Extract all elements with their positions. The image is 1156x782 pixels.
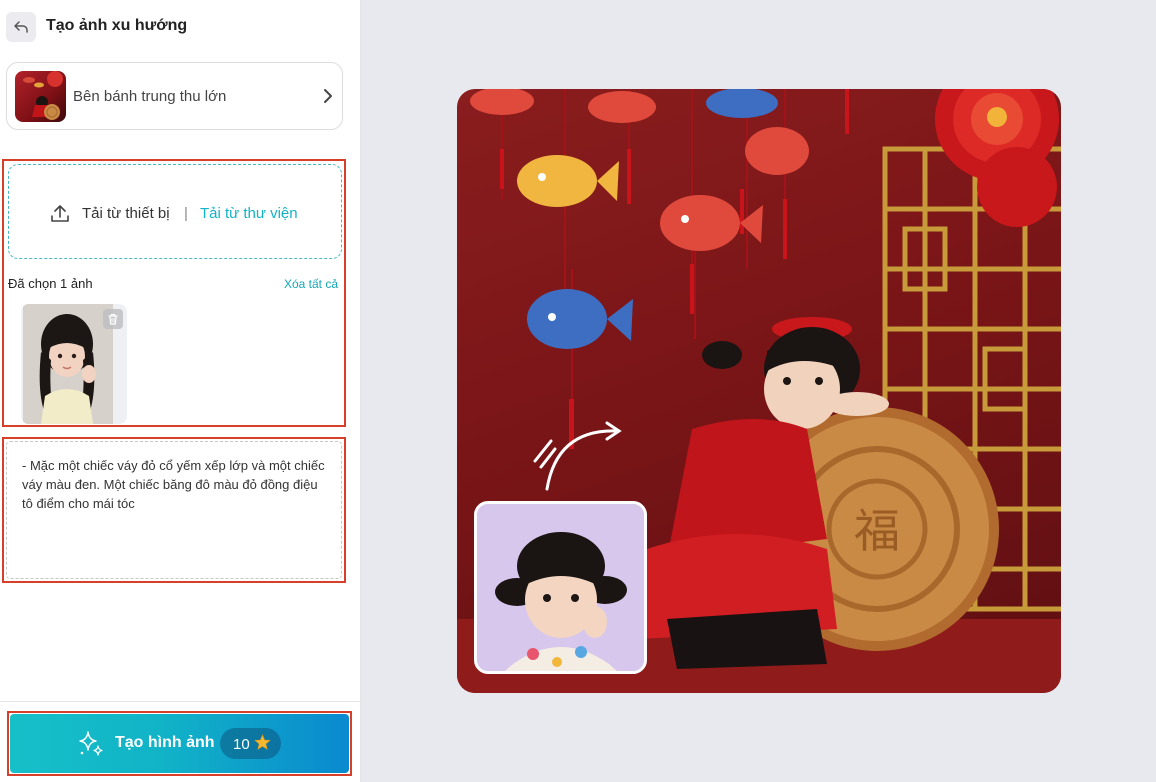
star-icon <box>254 734 271 750</box>
prompt-textarea[interactable]: - Mặc một chiếc váy đỏ cổ yếm xếp lớp và… <box>6 441 342 579</box>
fish-lanterns <box>470 89 809 349</box>
preview-image: 福 <box>457 89 1061 693</box>
upload-dropzone[interactable]: Tải từ thiết bị | Tải từ thư viện <box>8 164 342 259</box>
template-thumbnail <box>15 71 66 122</box>
footer-divider <box>0 701 361 702</box>
paper-flower <box>935 89 1059 227</box>
hanging-fish-lanterns <box>501 89 786 439</box>
trash-icon <box>108 313 118 325</box>
page-title: Tạo ảnh xu hướng <box>46 17 188 34</box>
upload-icon <box>51 205 69 222</box>
back-button[interactable] <box>6 12 36 42</box>
undo-arrow-icon <box>14 21 28 33</box>
template-selector[interactable]: Bên bánh trung thu lớn <box>6 62 343 130</box>
upload-from-library-link[interactable]: Tải từ thư viện <box>200 205 298 222</box>
arrow-decoration <box>533 421 622 491</box>
upload-from-device-link[interactable]: Tải từ thiết bị <box>82 205 170 222</box>
chevron-right-icon <box>324 89 332 103</box>
selected-photo[interactable] <box>21 304 127 424</box>
template-name: Bên bánh trung thu lớn <box>73 88 227 105</box>
prompt-section: - Mặc một chiếc váy đỏ cổ yếm xếp lớp và… <box>2 437 346 583</box>
upload-section: Tải từ thiết bị | Tải từ thư viện Đã chọ… <box>2 159 346 427</box>
selected-count-label: Đã chọn 1 ảnh <box>8 276 93 291</box>
header: Tạo ảnh xu hướng <box>0 0 361 52</box>
svg-text:福: 福 <box>854 504 900 558</box>
generate-button[interactable]: Tạo hình ảnh 10 <box>10 714 349 773</box>
credit-count: 10 <box>233 736 250 753</box>
selected-photo-image <box>23 304 113 424</box>
delete-photo-button[interactable] <box>103 309 123 329</box>
generate-label: Tạo hình ảnh <box>115 734 215 751</box>
clear-all-link[interactable]: Xóa tất cả <box>284 277 338 291</box>
left-panel: Tạo ảnh xu hướng Bên bánh trung thu lớn <box>0 0 361 782</box>
credit-badge: 10 <box>220 728 281 759</box>
upload-separator: | <box>184 205 188 222</box>
sparkles-icon <box>79 731 103 756</box>
reference-photo-inset <box>474 501 647 674</box>
